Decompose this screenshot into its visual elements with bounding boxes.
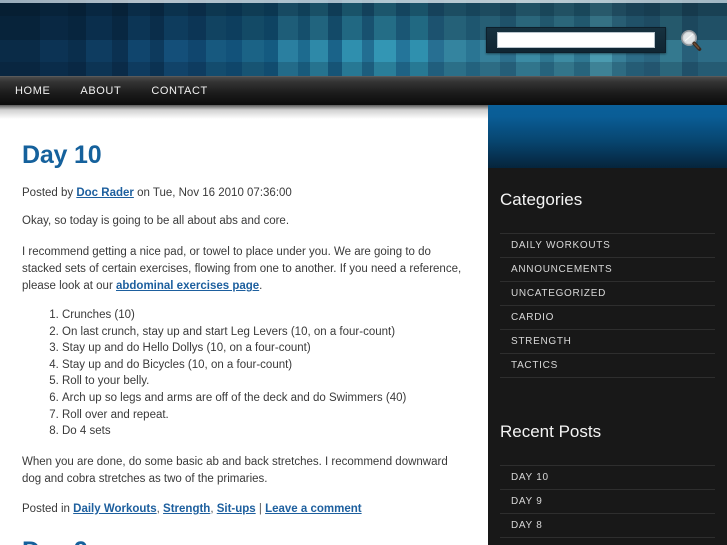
post-footer-prefix: Posted in xyxy=(22,502,74,515)
list-item: Arch up so legs and arms are off of the … xyxy=(62,391,462,407)
workout-steps-list: Crunches (10) On last crunch, stay up an… xyxy=(22,308,462,440)
post-paragraph-2-text-b: . xyxy=(259,280,263,292)
post-meta-prefix: Posted by xyxy=(22,187,77,199)
post-day-9: Day 9 Posted by Doc Rader on Mon, Nov 15… xyxy=(0,537,486,545)
list-item: Roll over and repeat. xyxy=(62,408,462,424)
post-meta-suffix: on Tue, Nov 16 2010 07:36:00 xyxy=(133,187,292,199)
post-title[interactable]: Day 9 xyxy=(22,537,462,545)
sidebar-item-day-10[interactable]: DAY 10 xyxy=(500,465,715,489)
post-footer: Posted in Daily Workouts, Strength, Sit-… xyxy=(22,503,462,515)
category-link-daily-workouts[interactable]: Daily Workouts xyxy=(73,503,157,515)
list-item: Do 4 sets xyxy=(62,424,462,440)
widget-recent-posts-title: Recent Posts xyxy=(500,422,602,441)
sidebar-item-announcements[interactable]: ANNOUNCEMENTS xyxy=(500,257,715,281)
widget-categories-title: Categories xyxy=(500,190,583,209)
post-title[interactable]: Day 10 xyxy=(22,141,462,170)
search-input[interactable] xyxy=(497,32,655,48)
sidebar-item-day-7[interactable]: DAY 7 xyxy=(500,537,715,545)
leave-a-comment-link[interactable]: Leave a comment xyxy=(265,503,362,515)
footer-separator: | xyxy=(255,502,266,515)
sidebar-item-daily-workouts[interactable]: DAILY WORKOUTS xyxy=(500,233,715,257)
nav-item-about[interactable]: ABOUT xyxy=(80,85,121,97)
search-icon[interactable] xyxy=(678,28,704,54)
post-day-10: Day 10 Posted by Doc Rader on Tue, Nov 1… xyxy=(0,141,486,515)
list-item: Stay up and do Hello Dollys (10, on a fo… xyxy=(62,341,462,357)
categories-list: DAILY WORKOUTS ANNOUNCEMENTS UNCATEGORIZ… xyxy=(488,233,727,378)
nav-item-contact[interactable]: CONTACT xyxy=(151,85,208,97)
recent-posts-list: DAY 10 DAY 9 DAY 8 DAY 7 xyxy=(488,465,727,545)
list-item: Crunches (10) xyxy=(62,308,462,324)
sidebar-item-cardio[interactable]: CARDIO xyxy=(500,305,715,329)
banner-top-highlight xyxy=(0,0,727,3)
category-link-strength[interactable]: Strength xyxy=(163,503,210,515)
list-item: Roll to your belly. xyxy=(62,374,462,390)
main-nav: HOME ABOUT CONTACT xyxy=(0,76,727,105)
sidebar-item-tactics[interactable]: TACTICS xyxy=(500,353,715,378)
nav-item-home[interactable]: HOME xyxy=(15,85,50,97)
abdominal-exercises-link[interactable]: abdominal exercises page xyxy=(116,280,259,292)
post-author-link[interactable]: Doc Rader xyxy=(76,187,134,199)
page-root: HOME ABOUT CONTACT Day 10 Posted by Doc … xyxy=(0,0,727,545)
sidebar-item-day-9[interactable]: DAY 9 xyxy=(500,489,715,513)
post-paragraph-1: Okay, so today is going to be all about … xyxy=(22,215,290,227)
sidebar: Categories DAILY WORKOUTS ANNOUNCEMENTS … xyxy=(488,105,727,545)
widget-recent-posts: Recent Posts DAY 10 DAY 9 DAY 8 DAY 7 xyxy=(488,400,727,545)
post-meta: Posted by Doc Rader on Tue, Nov 16 2010 … xyxy=(22,187,462,199)
list-item: On last crunch, stay up and start Leg Le… xyxy=(62,325,462,341)
content-column: Day 10 Posted by Doc Rader on Tue, Nov 1… xyxy=(0,119,486,545)
widget-categories: Categories DAILY WORKOUTS ANNOUNCEMENTS … xyxy=(488,168,727,378)
nav-list: HOME ABOUT CONTACT xyxy=(0,77,727,105)
sidebar-item-uncategorized[interactable]: UNCATEGORIZED xyxy=(500,281,715,305)
sidebar-hero-banner xyxy=(488,105,727,168)
sidebar-item-strength[interactable]: STRENGTH xyxy=(500,329,715,353)
category-link-sit-ups[interactable]: Sit-ups xyxy=(217,503,256,515)
post-paragraph-3: When you are done, do some basic ab and … xyxy=(22,455,448,485)
sidebar-item-day-8[interactable]: DAY 8 xyxy=(500,513,715,537)
post-paragraph-2: I recommend getting a nice pad, or towel… xyxy=(22,244,462,295)
list-item: Stay up and do Bicycles (10, on a four-c… xyxy=(62,358,462,374)
